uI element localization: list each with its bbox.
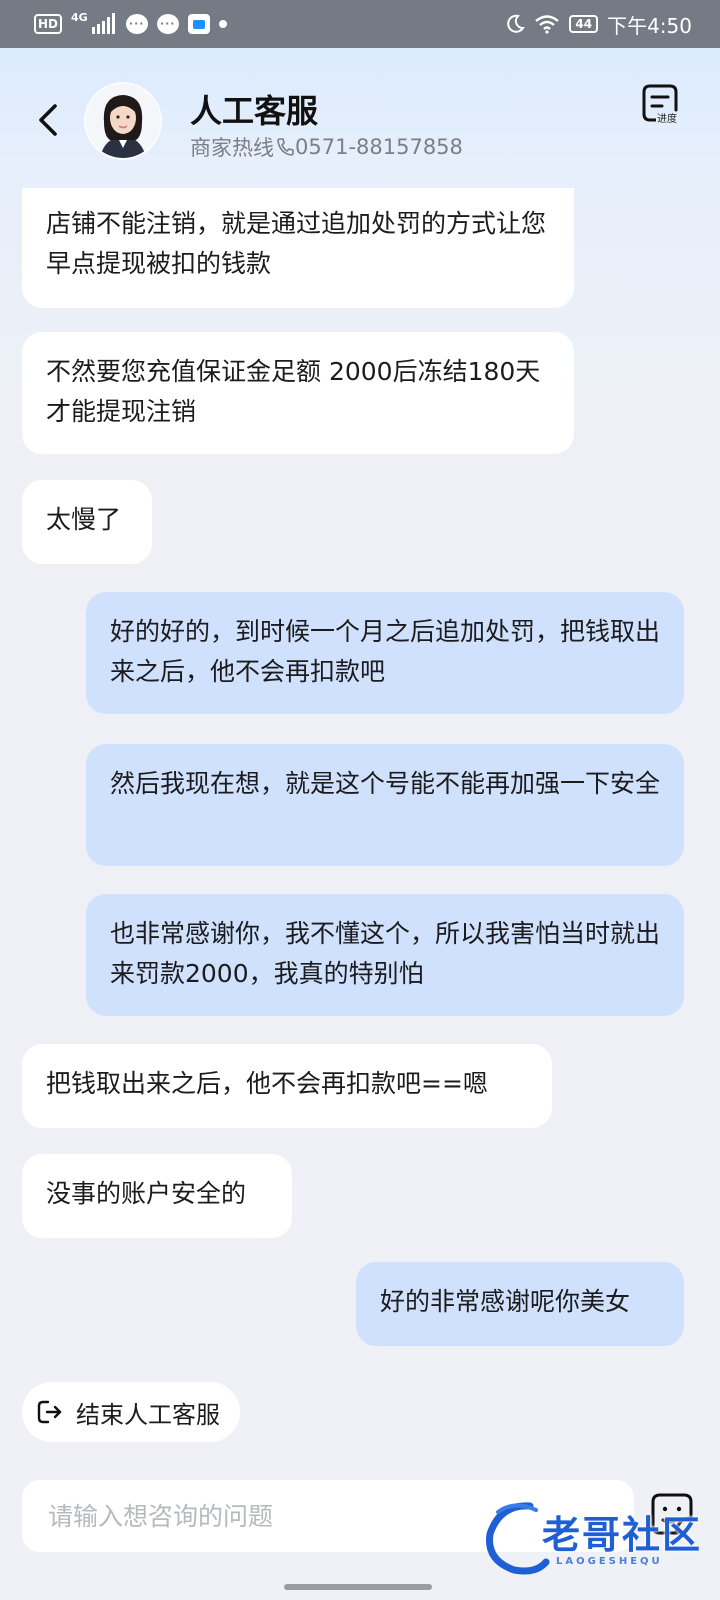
message-bubble-user: 好的好的，到时候一个月之后追加处罚，把钱取出来之后，他不会再扣款吧 (86, 592, 684, 714)
chevron-left-icon (39, 104, 57, 136)
wifi-icon (535, 15, 560, 34)
chat-app-icon: ··· (156, 14, 179, 34)
moon-icon (507, 14, 526, 33)
watermark-subtext: LAOGESHEQU (556, 1556, 663, 1567)
home-indicator[interactable] (284, 1584, 432, 1590)
hotline-label: 商家热线 (190, 136, 274, 160)
message-app-icon: ··· (125, 14, 148, 34)
battery-icon: 44 (569, 15, 599, 33)
merchant-hotline[interactable]: 商家热线 0571-88157858 (190, 132, 463, 162)
message-bubble-agent: 把钱取出来之后，他不会再扣款吧==嗯 (22, 1044, 552, 1128)
network-type-label: 4G (71, 10, 88, 24)
message-bubble-user: 好的非常感谢呢你美女 (356, 1262, 684, 1346)
watermark-text: 老哥社区 (542, 1515, 703, 1557)
message-bubble-agent: 没事的账户安全的 (22, 1154, 292, 1238)
message-bubble-user: 也非常感谢你，我不懂这个，所以我害怕当时就出来罚款2000，我真的特别怕 (86, 894, 684, 1016)
avatar-portrait-icon (86, 84, 160, 158)
watermark: 老哥社区 LAOGESHEQU (480, 1498, 710, 1578)
end-service-button[interactable]: 结束人工客服 (22, 1382, 240, 1442)
more-notifications-icon (218, 20, 227, 28)
status-bar: HD 4G ··· ··· 44 下午4:50 (0, 0, 720, 48)
signal-icon (91, 13, 115, 34)
status-left: HD 4G ··· ··· (34, 10, 227, 35)
progress-button[interactable]: 进度 (642, 84, 682, 130)
progress-label: 进度 (656, 114, 678, 126)
exit-icon (37, 1400, 62, 1424)
phone-icon (276, 137, 294, 157)
hd-icon: HD (34, 14, 63, 34)
chat-header: 人工客服 商家热线 0571-88157858 进度 (0, 48, 720, 196)
agent-avatar[interactable] (86, 84, 160, 158)
end-service-label: 结束人工客服 (76, 1400, 220, 1429)
page-title: 人工客服 (190, 92, 319, 130)
status-right: 44 下午4:50 (505, 10, 692, 39)
message-bubble-agent: 太慢了 (22, 480, 152, 564)
hotline-number: 0571-88157858 (295, 135, 463, 159)
back-button[interactable] (30, 98, 66, 142)
message-bubble-user: 然后我现在想，就是这个号能不能再加强一下安全 (86, 744, 684, 866)
app-notification-icon (187, 14, 210, 34)
message-bubble-agent: 店铺不能注销，就是通过追加处罚的方式让您早点提现被扣的钱款 (22, 188, 574, 308)
message-bubble-agent: 不然要您充值保证金足额 2000后冻结180天才能提现注销 (22, 332, 574, 454)
status-time: 下午4:50 (607, 13, 692, 38)
